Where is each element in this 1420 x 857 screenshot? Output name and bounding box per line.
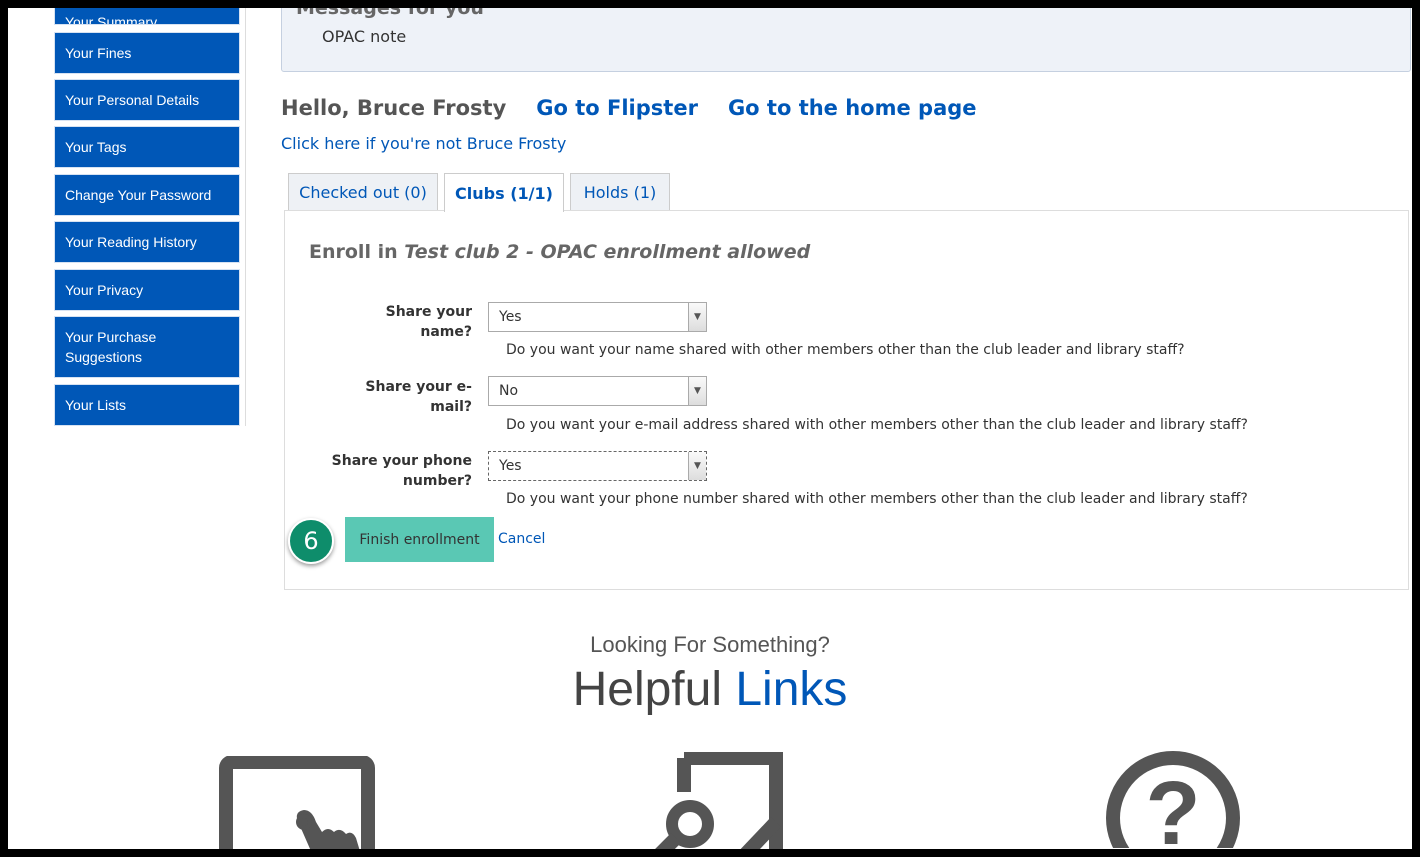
sidebar-item-change-password[interactable]: Change Your Password xyxy=(54,174,240,216)
helpful-subtitle: Looking For Something? xyxy=(590,632,830,657)
sidebar-item-tags[interactable]: Your Tags xyxy=(54,126,240,168)
share-email-hint: Do you want your e-mail address shared w… xyxy=(506,417,1248,433)
sidebar-item-fines[interactable]: Your Fines xyxy=(54,32,240,74)
tab-label: Checked out (0) xyxy=(299,183,427,202)
share-email-label: Share your e-mail? xyxy=(365,379,472,415)
enroll-title: Enroll in Test club 2 - OPAC enrollment … xyxy=(309,241,810,263)
sidebar-divider xyxy=(245,8,246,426)
clubs-panel: Enroll in Test club 2 - OPAC enrollment … xyxy=(284,210,1409,590)
sidebar-item-label: Your Summary xyxy=(65,14,158,25)
helpful-title-part2: Links xyxy=(735,663,848,716)
chevron-down-icon: ▼ xyxy=(688,303,706,331)
step-badge: 6 xyxy=(288,518,334,564)
share-email-select[interactable]: No ▼ xyxy=(488,376,707,406)
sidebar-item-label: Your Tags xyxy=(65,139,127,155)
sidebar-item-lists[interactable]: Your Lists xyxy=(54,384,240,426)
share-phone-hint: Do you want your phone number shared wit… xyxy=(506,491,1248,507)
greeting-row: Hello, Bruce Frosty Go to Flipster Go to… xyxy=(281,96,977,120)
messages-heading: Messages for you xyxy=(296,8,484,19)
not-you-link[interactable]: Click here if you're not Bruce Frosty xyxy=(281,134,566,153)
flipster-link[interactable]: Go to Flipster xyxy=(536,96,698,120)
sidebar-item-label: Change Your Password xyxy=(65,187,212,203)
tab-label: Holds (1) xyxy=(583,183,657,202)
helpful-title: Helpful Links xyxy=(8,662,1412,717)
chevron-down-icon: ▼ xyxy=(688,452,706,480)
sidebar-item-label: Your Lists xyxy=(65,397,126,413)
question-icon[interactable]: ? xyxy=(1103,748,1243,848)
select-value: No xyxy=(499,383,519,399)
sidebar-item-label: Your Reading History xyxy=(65,234,197,250)
select-value: Yes xyxy=(499,309,522,325)
chevron-down-icon: ▼ xyxy=(688,377,706,405)
svg-text:?: ? xyxy=(1146,764,1201,848)
sidebar-item-reading-history[interactable]: Your Reading History xyxy=(54,221,240,263)
share-phone-select[interactable]: Yes ▼ xyxy=(488,451,707,481)
sidebar-item-privacy[interactable]: Your Privacy xyxy=(54,269,240,311)
sidebar-item-label: Your Purchase Suggestions xyxy=(65,329,157,365)
sidebar-item-label: Your Personal Details xyxy=(65,92,200,108)
tab-holds[interactable]: Holds (1) xyxy=(570,173,670,211)
sidebar-item-label: Your Privacy xyxy=(65,282,144,298)
tab-clubs[interactable]: Clubs (1/1) xyxy=(444,173,564,212)
greeting: Hello, Bruce Frosty xyxy=(281,96,507,120)
sidebar-item-personal-details[interactable]: Your Personal Details xyxy=(54,79,240,121)
cancel-link[interactable]: Cancel xyxy=(498,531,545,547)
home-page-link[interactable]: Go to the home page xyxy=(728,96,977,120)
share-phone-label: Share your phone number? xyxy=(331,453,472,489)
share-name-label: Share your name? xyxy=(385,304,472,340)
tab-checked-out[interactable]: Checked out (0) xyxy=(288,173,438,211)
enroll-prefix: Enroll in xyxy=(309,241,398,263)
sidebar-item-label: Your Fines xyxy=(65,45,132,61)
select-value: Yes xyxy=(499,458,522,474)
page: Your Summary Your Fines Your Personal De… xyxy=(8,8,1412,849)
touch-screen-icon[interactable] xyxy=(218,756,378,849)
finish-enrollment-button[interactable]: Finish enrollment xyxy=(345,517,494,562)
sidebar-item-summary[interactable]: Your Summary xyxy=(54,8,240,25)
sidebar-item-purchase-suggestions[interactable]: Your Purchase Suggestions xyxy=(54,316,240,378)
share-name-select[interactable]: Yes ▼ xyxy=(488,302,707,332)
search-document-icon[interactable] xyxy=(648,752,788,849)
club-name: Test club 2 - OPAC enrollment allowed xyxy=(404,241,811,263)
helpful-title-part1: Helpful xyxy=(572,663,722,716)
tab-label: Clubs (1/1) xyxy=(455,183,553,203)
share-name-hint: Do you want your name shared with other … xyxy=(506,342,1185,358)
opac-note: OPAC note xyxy=(322,27,407,46)
messages-box: Messages for you OPAC note xyxy=(281,8,1411,72)
